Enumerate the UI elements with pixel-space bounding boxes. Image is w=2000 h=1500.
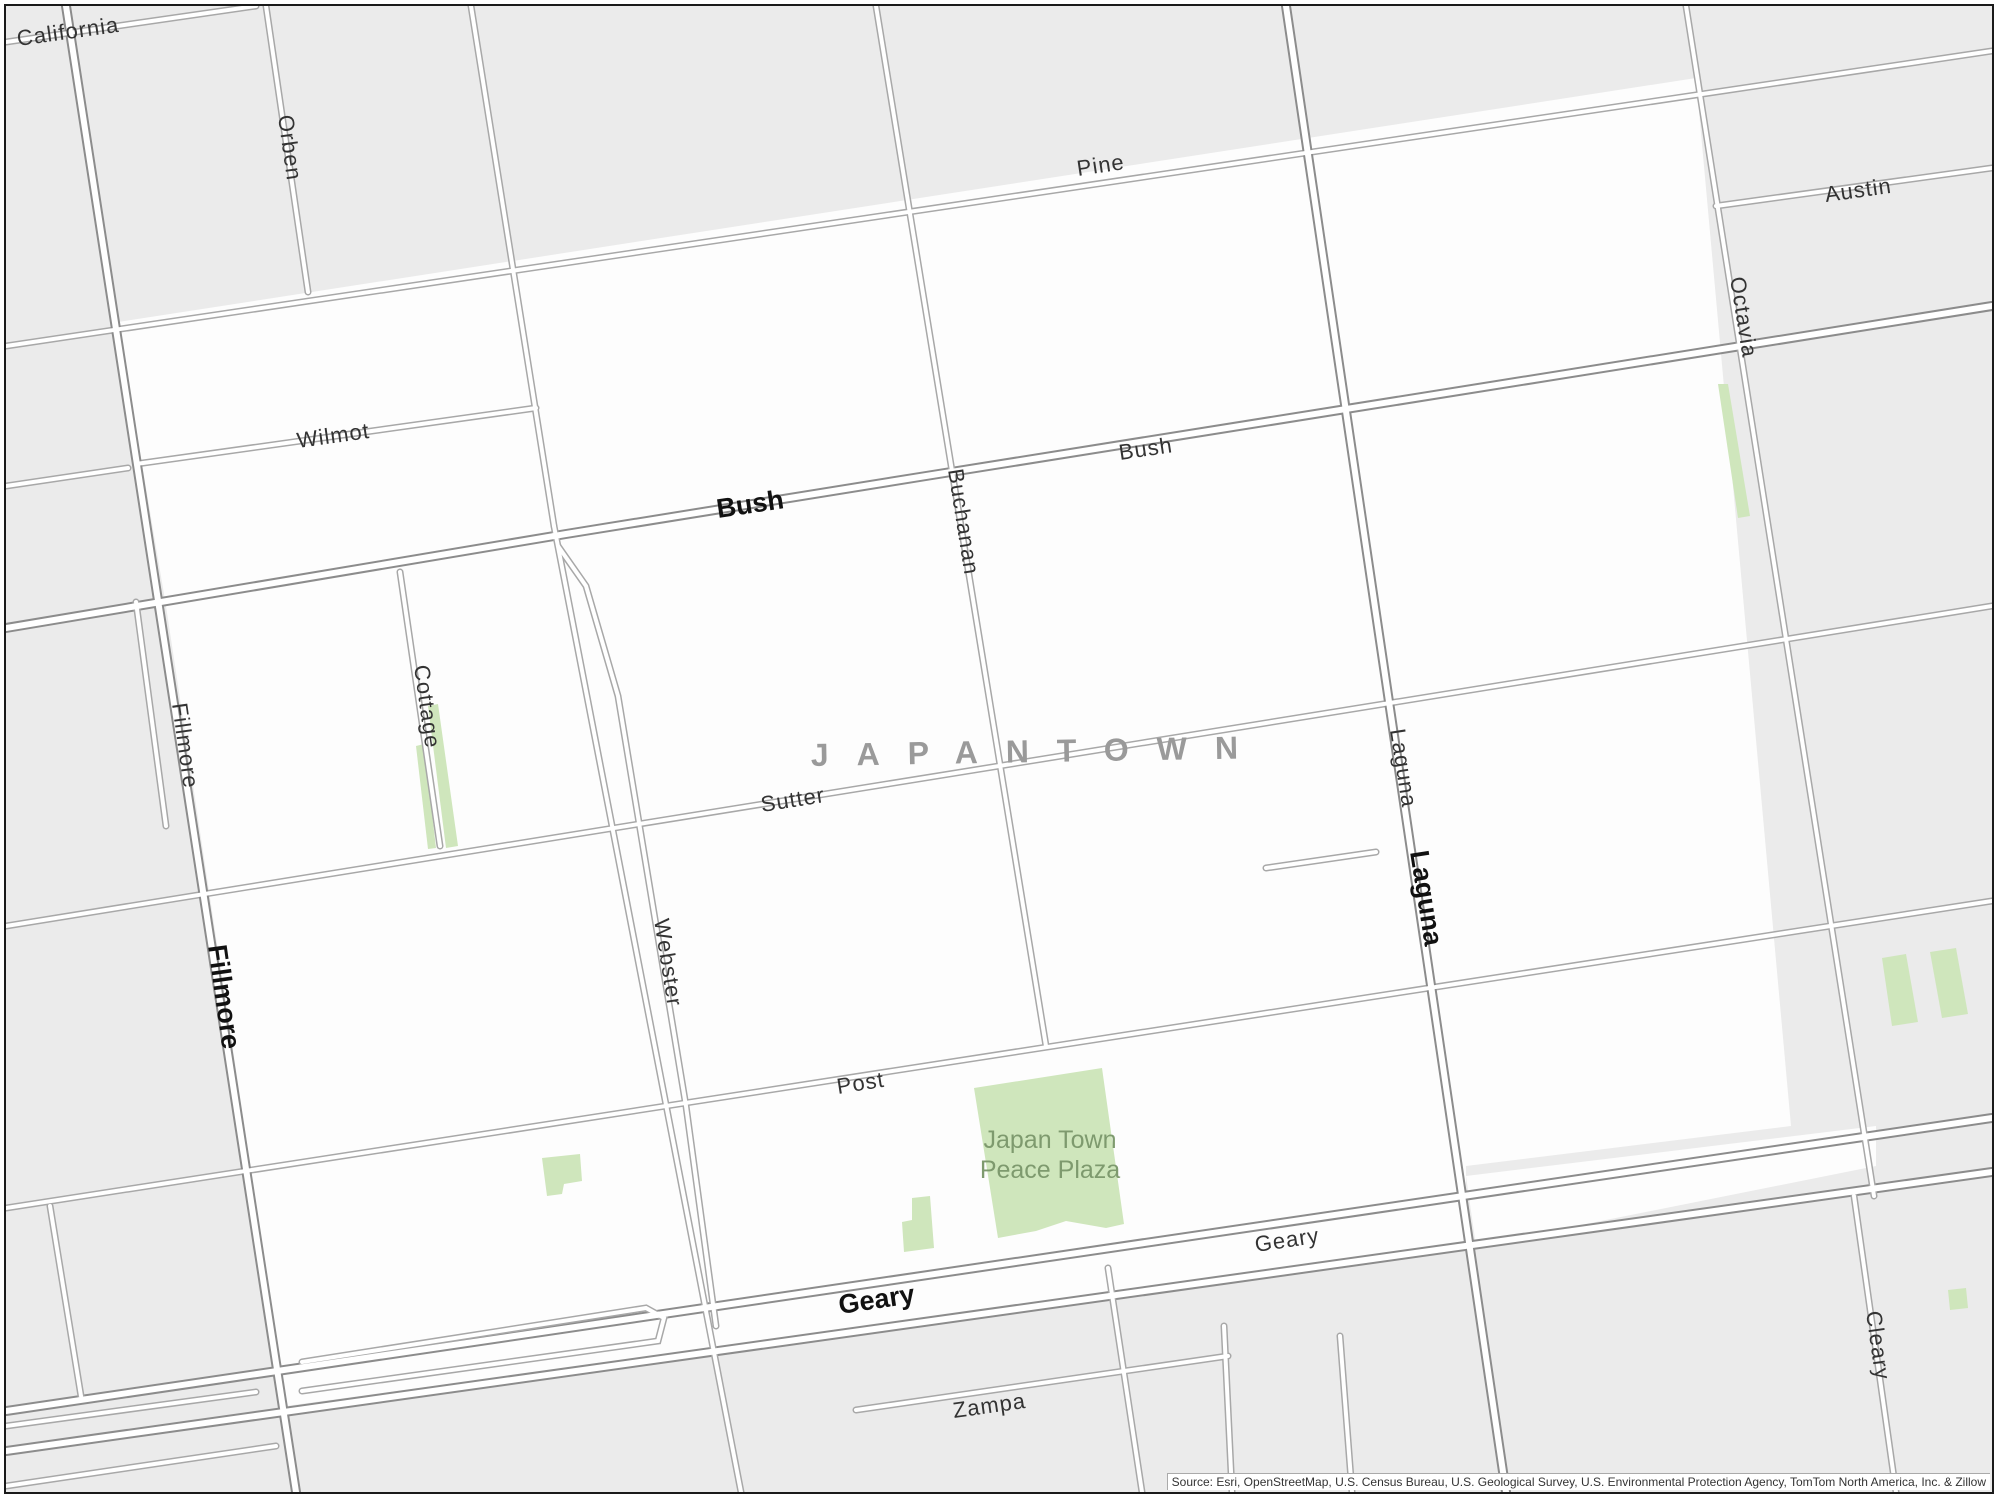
map-viewport[interactable]: JAPANTOWN Japan Town Peace Plaza Califor… <box>4 4 1994 1494</box>
park-label-line1: Japan Town <box>984 1126 1117 1154</box>
park-east-3 <box>1948 1288 1968 1310</box>
map-attribution: Source: Esri, OpenStreetMap, U.S. Census… <box>1166 1473 1990 1490</box>
park-label-line2: Peace Plaza <box>980 1156 1120 1184</box>
